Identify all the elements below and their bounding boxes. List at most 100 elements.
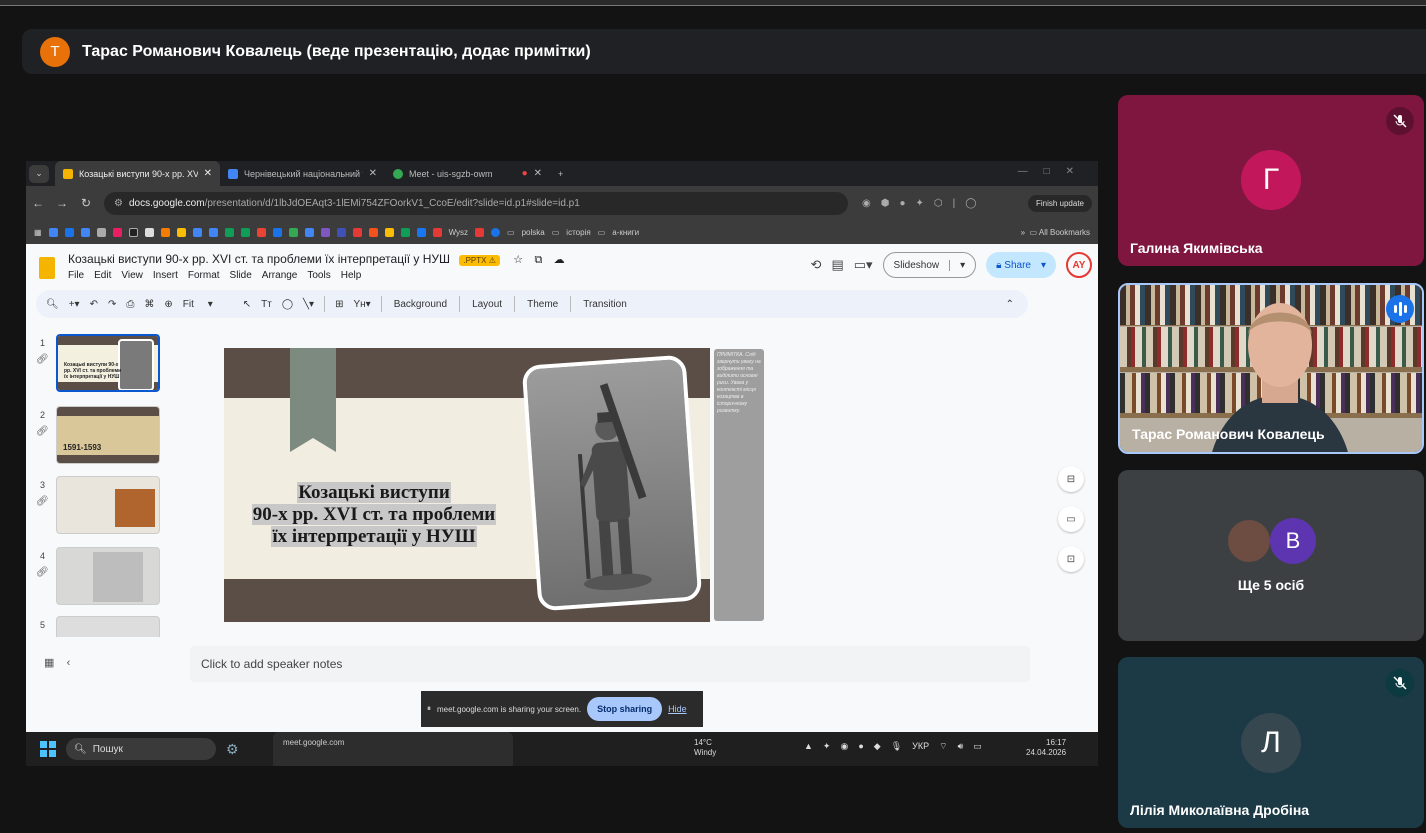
reload-icon[interactable]: ↻	[74, 196, 98, 210]
menu-help[interactable]: Help	[341, 270, 362, 281]
comments-icon[interactable]: ▤	[831, 257, 843, 273]
meet-video-icon[interactable]: ▭▾	[854, 257, 873, 273]
tab-search-icon[interactable]: ⌄	[29, 164, 49, 183]
bookmark-icon[interactable]	[240, 227, 250, 237]
menu-format[interactable]: Format	[188, 270, 220, 281]
taskbar-search[interactable]: 🔍︎ Пошук	[66, 738, 216, 760]
bookmark-icon[interactable]	[256, 227, 266, 237]
bookmark-icon[interactable]	[416, 227, 426, 237]
history-icon[interactable]: ⟲	[811, 257, 822, 273]
shape-icon[interactable]: ◯	[282, 299, 293, 310]
bookmark-icon[interactable]	[224, 227, 234, 237]
finish-update-button[interactable]: Finish update	[1027, 194, 1092, 212]
undo-icon[interactable]: ↶	[90, 299, 98, 310]
keep-icon[interactable]: ⊟	[1058, 466, 1084, 492]
layout-button[interactable]: Layout	[472, 299, 502, 310]
site-info-icon[interactable]: ⚙	[114, 198, 123, 209]
bookmark-wysz[interactable]: Wysz	[449, 228, 468, 237]
move-icon[interactable]: ⧉	[534, 254, 542, 266]
language-indicator[interactable]: УКР	[912, 741, 929, 752]
menu-arrange[interactable]: Arrange	[262, 270, 298, 281]
star-icon[interactable]: ☆	[513, 254, 523, 266]
wifi-icon[interactable]: ⌔	[939, 741, 947, 752]
thumbnail-image[interactable]: Козацькі виступи 90-х рр. XVI ст. та про…	[56, 334, 160, 392]
thumbnail-image[interactable]: 1591-1593	[56, 406, 160, 464]
zoom-select[interactable]: Fit ▾	[183, 299, 233, 310]
new-slide-icon[interactable]: +▾	[69, 299, 80, 310]
new-tab-icon[interactable]: +	[550, 161, 574, 186]
browser-tab[interactable]: Козацькі виступи 90-х рр. XVI ✕	[55, 161, 220, 186]
slide-thumbnail[interactable]: 3 🔗︎	[26, 476, 176, 538]
bookmark-icon[interactable]	[336, 227, 346, 237]
collapse-toolbar-icon[interactable]: ⌃	[1006, 299, 1014, 310]
redo-icon[interactable]: ↷	[108, 299, 116, 310]
bookmark-icon[interactable]	[400, 227, 410, 237]
bookmark-icon[interactable]	[192, 227, 202, 237]
bookmark-icon[interactable]	[96, 227, 106, 237]
bookmark-icon[interactable]	[64, 227, 74, 237]
cossack-figurine-image[interactable]	[521, 354, 703, 612]
menu-tools[interactable]: Tools	[307, 270, 330, 281]
tray-app-icon[interactable]: ✦	[823, 741, 831, 752]
apps-icon[interactable]: ▦	[34, 228, 42, 237]
bookmark-icon[interactable]	[491, 227, 501, 237]
more-bookmarks-icon[interactable]: » ▭ All Bookmarks	[1021, 228, 1090, 237]
weather-widget[interactable]: 14°C Windy	[694, 738, 716, 758]
bookmark-icon[interactable]	[160, 227, 170, 237]
menu-insert[interactable]: Insert	[153, 270, 178, 281]
bookmark-icon[interactable]	[144, 227, 154, 237]
tray-app-icon[interactable]: ◆	[874, 741, 881, 752]
slideshow-button[interactable]: Slideshow ▾	[882, 252, 977, 278]
doc-title-text[interactable]: Козацькі виступи 90-х рр. XVI ст. та про…	[68, 252, 450, 266]
doc-title[interactable]: Козацькі виступи 90-х рр. XVI ст. та про…	[68, 252, 565, 267]
slide-thumbnail[interactable]: 1 🔗︎ Козацькі виступи 90-х рр. XVI ст. т…	[26, 334, 176, 396]
slide-thumbnail[interactable]: 4 🔗︎	[26, 547, 176, 609]
bookmark-icon[interactable]	[432, 227, 442, 237]
settings-icon[interactable]: ⚙	[226, 741, 239, 758]
slide-title[interactable]: Козацькі виступи 90-х рр. XVI ст. та про…	[224, 482, 524, 548]
input-tools-icon[interactable]: Yн▾	[353, 299, 370, 310]
menu-edit[interactable]: Edit	[94, 270, 111, 281]
participant-tile-active-speaker[interactable]: Тарас Романович Ковалець	[1118, 283, 1424, 454]
bookmark-icon[interactable]	[368, 227, 378, 237]
tray-app-icon[interactable]: ●	[858, 741, 863, 752]
chevron-down-icon[interactable]: ▾	[1041, 260, 1046, 271]
bookmark-icon[interactable]	[176, 227, 186, 237]
bookmark-folder-books[interactable]: а-книги	[612, 228, 639, 237]
current-slide[interactable]: Козацькі виступи 90-х рр. XVI ст. та про…	[224, 348, 710, 622]
slide-thumbnail[interactable]: 5	[26, 616, 176, 637]
menu-view[interactable]: View	[121, 270, 143, 281]
participant-tile[interactable]: Г Галина Якимівська	[1118, 95, 1424, 266]
line-icon[interactable]: ╲▾	[303, 299, 314, 310]
bookmark-icon[interactable]	[304, 227, 314, 237]
volume-icon[interactable]: 🔊︎	[958, 741, 964, 752]
bookmark-icon[interactable]	[384, 227, 394, 237]
more-participants-tile[interactable]: В Ще 5 осіб	[1118, 470, 1424, 641]
bookmark-icon[interactable]	[272, 227, 282, 237]
share-button[interactable]: 🔒︎ Share ▾	[986, 252, 1056, 278]
thumbnail-image[interactable]	[56, 547, 160, 605]
extension-icons[interactable]: ◉ ⬢ ● ✦ ⬡ | ◯	[862, 198, 976, 209]
stop-sharing-button[interactable]: Stop sharing	[587, 697, 663, 721]
bookmark-icon[interactable]	[112, 227, 122, 237]
bookmark-icon[interactable]	[208, 227, 218, 237]
bookmark-folder-history[interactable]: історія	[566, 228, 590, 237]
close-tab-icon[interactable]: ✕	[369, 168, 377, 179]
taskbar-preview[interactable]: meet.google.com	[273, 732, 513, 766]
transition-button[interactable]: Transition	[583, 299, 627, 310]
zoom-icon[interactable]: ⊕	[164, 299, 172, 310]
slide-note-box[interactable]: ПРИМІТКА. Слід звернути увагу на зображе…	[714, 349, 764, 621]
select-tool-icon[interactable]: ↖	[243, 299, 251, 310]
close-tab-icon[interactable]: ✕	[204, 168, 212, 179]
bookmark-icon[interactable]	[288, 227, 298, 237]
browser-tab[interactable]: Meet - uis-sgzb-owm ● ✕	[385, 161, 550, 186]
search-icon[interactable]: 🔍︎	[46, 299, 59, 310]
chevron-down-icon[interactable]: ▾	[949, 259, 975, 271]
speaker-notes[interactable]: Click to add speaker notes	[190, 646, 1030, 682]
forward-icon[interactable]: →	[50, 196, 74, 210]
menu-file[interactable]: File	[68, 270, 84, 281]
account-avatar[interactable]: AY	[1066, 252, 1092, 278]
comment-add-icon[interactable]: ⊞	[335, 299, 343, 310]
theme-button[interactable]: Theme	[527, 299, 558, 310]
background-button[interactable]: Background	[394, 299, 447, 310]
